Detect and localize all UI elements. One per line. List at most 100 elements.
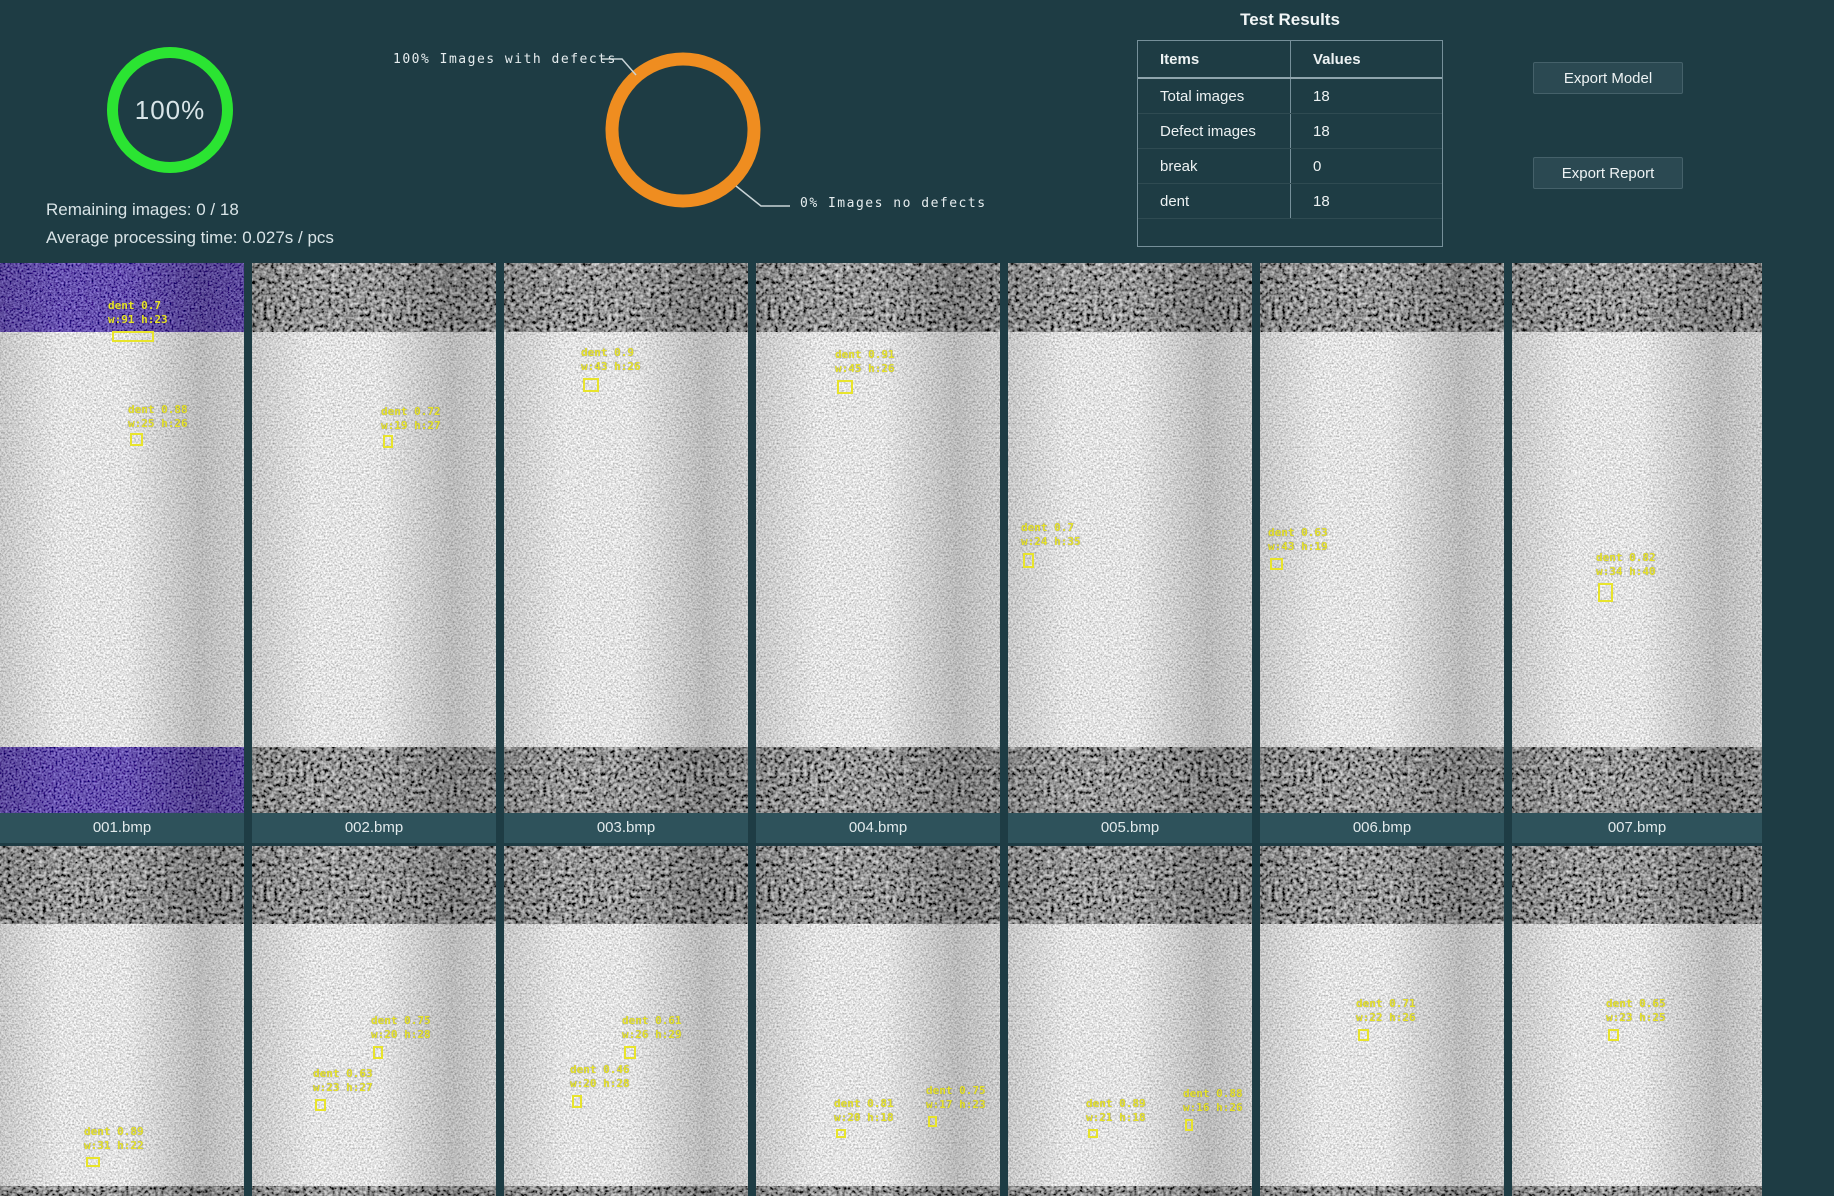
image-tile-row2-2[interactable]: dent 0.75w:20 h:28 dent 0.63w:23 h:27 — [252, 846, 496, 1196]
donut-label-with-defects: 100% Images with defects — [393, 52, 617, 67]
defect-annotation: dent 0.89w:31 h:22 — [84, 1125, 144, 1153]
image-tile-004.bmp[interactable]: dent 0.91w:45 h:26 — [756, 263, 1000, 813]
donut-label-no-defects: 0% Images no defects — [800, 196, 987, 211]
defect-annotation-line: dent 0.82 — [1596, 551, 1656, 565]
defect-bbox — [1023, 553, 1034, 568]
image-tile-005.bmp[interactable]: dent 0.7w:24 h:35 — [1008, 263, 1252, 813]
defect-annotation-line: w:26 h:29 — [622, 1028, 682, 1042]
image-tile-row2-6[interactable]: dent 0.71w:22 h:26 — [1260, 846, 1504, 1196]
defect-annotation-line: dent 0.88 — [1183, 1087, 1243, 1101]
result-value: 18 — [1291, 193, 1442, 210]
defect-annotation: dent 0.9w:43 h:26 — [581, 346, 641, 374]
callout-line-right — [736, 186, 790, 206]
defect-annotation-line: w:23 h:27 — [313, 1081, 373, 1095]
image-tile-003.bmp[interactable]: dent 0.9w:43 h:26 — [504, 263, 748, 813]
defect-annotation-line: dent 0.75 — [926, 1084, 986, 1098]
defect-bbox — [1185, 1119, 1193, 1131]
test-results-row: Defect images 18 — [1138, 114, 1442, 149]
defect-bbox — [1088, 1129, 1098, 1138]
image-tile-006.bmp[interactable]: dent 0.63w:43 h:19 — [1260, 263, 1504, 813]
inspection-image — [756, 846, 1000, 1196]
defect-annotation: dent 0.75w:20 h:28 — [371, 1014, 431, 1042]
result-item: Total images — [1138, 79, 1291, 113]
defect-annotation-line: dent 0.91 — [835, 348, 895, 362]
defect-bbox — [86, 1157, 100, 1167]
image-tile-row2-4[interactable]: dent 0.81w:20 h:18 dent 0.75w:17 h:23 — [756, 846, 1000, 1196]
defect-annotation-line: dent 0.75 — [371, 1014, 431, 1028]
progress-ring: 100% — [107, 47, 233, 173]
defect-annotation-line: dent 0.63 — [1268, 526, 1328, 540]
defect-annotation: dent 0.91w:45 h:26 — [835, 348, 895, 376]
image-tile-002.bmp[interactable]: dent 0.72w:19 h:27 — [252, 263, 496, 813]
defect-bbox — [1608, 1029, 1619, 1041]
defect-annotation-line: w:16 h:26 — [1183, 1101, 1243, 1115]
defect-annotation-line: dent 0.46 — [570, 1063, 630, 1077]
defect-annotation: dent 0.89w:21 h:18 — [1086, 1097, 1146, 1125]
inspection-image — [1008, 846, 1252, 1196]
test-results-body: Total images 18 Defect images 18 break 0… — [1138, 79, 1442, 219]
test-results-header-row: Items Values — [1138, 41, 1442, 79]
image-tile-row2-1[interactable]: dent 0.89w:31 h:22 — [0, 846, 244, 1196]
defect-annotation: dent 0.81w:20 h:18 — [834, 1097, 894, 1125]
defect-annotation: dent 0.75w:17 h:23 — [926, 1084, 986, 1112]
defect-bbox — [1598, 583, 1613, 602]
filename-label: 001.bmp — [0, 813, 244, 843]
defect-annotation-line: dent 0.81 — [834, 1097, 894, 1111]
inspection-image — [0, 263, 244, 813]
avg-processing-time-label: Average processing time: 0.027s / pcs — [46, 228, 334, 248]
filename-label: 004.bmp — [756, 813, 1000, 843]
export-report-button[interactable]: Export Report — [1533, 157, 1683, 189]
image-tile-007.bmp[interactable]: dent 0.82w:34 h:40 — [1512, 263, 1762, 813]
filename-label: 003.bmp — [504, 813, 748, 843]
inspection-image — [252, 263, 496, 813]
defect-bbox — [130, 433, 143, 446]
test-results-title: Test Results — [1137, 10, 1443, 30]
defect-annotation-line: w:21 h:18 — [1086, 1111, 1146, 1125]
defect-annotation-line: w:24 h:35 — [1021, 535, 1081, 549]
image-tile-row2-7[interactable]: dent 0.65w:23 h:25 — [1512, 846, 1762, 1196]
defect-bbox — [112, 331, 154, 342]
defect-annotation: dent 0.61w:26 h:29 — [622, 1014, 682, 1042]
defect-bbox — [1358, 1029, 1369, 1041]
image-tile-row2-3[interactable]: dent 0.61w:26 h:29 dent 0.46w:20 h:28 — [504, 846, 748, 1196]
defect-annotation: dent 0.71w:22 h:26 — [1356, 997, 1416, 1025]
defect-annotation-line: w:34 h:40 — [1596, 565, 1656, 579]
defect-annotation-line: w:17 h:23 — [926, 1098, 986, 1112]
defect-annotation: dent 0.7w:24 h:35 — [1021, 521, 1081, 549]
export-model-button[interactable]: Export Model — [1533, 62, 1683, 94]
test-results-row: dent 18 — [1138, 184, 1442, 219]
result-item: break — [1138, 149, 1291, 183]
image-tile-001.bmp[interactable]: dent 0.7w:91 h:23dent 0.88w:25 h:26 — [0, 263, 244, 813]
defect-annotation-line: dent 0.71 — [1356, 997, 1416, 1011]
test-results-table: Items Values Total images 18 Defect imag… — [1137, 40, 1443, 247]
defect-annotation-line: w:91 h:23 — [108, 313, 168, 327]
defect-annotation-line: w:43 h:26 — [581, 360, 641, 374]
defect-annotation-line: dent 0.65 — [1606, 997, 1666, 1011]
defect-annotation: dent 0.72w:19 h:27 — [381, 405, 441, 433]
result-item: dent — [1138, 184, 1291, 218]
result-value: 0 — [1291, 158, 1442, 175]
defect-annotation-line: w:19 h:27 — [381, 419, 441, 433]
column-header-values: Values — [1291, 51, 1442, 68]
defect-annotation-line: w:23 h:25 — [1606, 1011, 1666, 1025]
defect-annotation: dent 0.88w:25 h:26 — [128, 403, 188, 431]
defect-annotation-line: w:20 h:28 — [371, 1028, 431, 1042]
defect-annotation-line: w:20 h:18 — [834, 1111, 894, 1125]
filename-label: 002.bmp — [252, 813, 496, 843]
progress-ring-label: 100% — [135, 95, 206, 126]
image-tile-row2-5[interactable]: dent 0.89w:21 h:18 dent 0.88w:16 h:26 — [1008, 846, 1252, 1196]
defect-annotation-line: w:20 h:28 — [570, 1077, 630, 1091]
defect-bbox — [1270, 558, 1283, 570]
defect-bbox — [315, 1099, 326, 1111]
defect-annotation: dent 0.88w:16 h:26 — [1183, 1087, 1243, 1115]
defect-annotation-line: dent 0.9 — [581, 346, 641, 360]
result-item: Defect images — [1138, 114, 1291, 148]
defect-annotation-line: dent 0.7 — [1021, 521, 1081, 535]
inspection-image — [756, 263, 1000, 813]
defect-bbox — [572, 1095, 582, 1108]
defect-annotation: dent 0.63w:23 h:27 — [313, 1067, 373, 1095]
defect-bbox — [836, 1129, 846, 1138]
defect-annotation: dent 0.82w:34 h:40 — [1596, 551, 1656, 579]
defect-annotation: dent 0.63w:43 h:19 — [1268, 526, 1328, 554]
filename-label: 006.bmp — [1260, 813, 1504, 843]
